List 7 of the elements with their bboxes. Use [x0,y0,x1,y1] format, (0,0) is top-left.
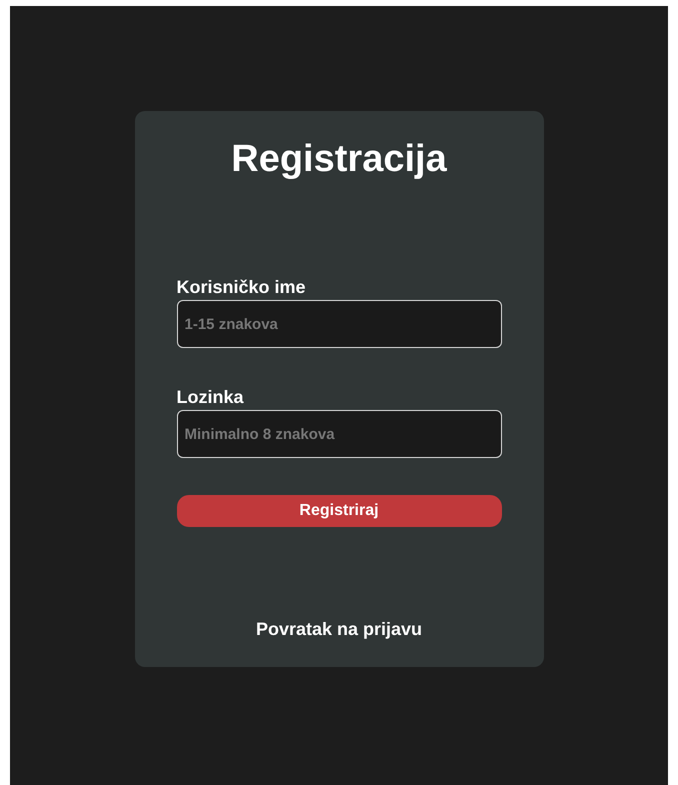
back-to-login-link[interactable]: Povratak na prijavu [256,616,422,643]
input-field[interactable]: Minimalno 8 znakova [176,410,502,458]
field-label: Lozinka [176,386,245,408]
register-button[interactable]: Registriraj [176,495,502,527]
input-field[interactable]: 1-15 znakova [176,300,502,348]
page-title: Registracija [230,137,448,181]
field-label: Korisničko ime [176,276,307,298]
